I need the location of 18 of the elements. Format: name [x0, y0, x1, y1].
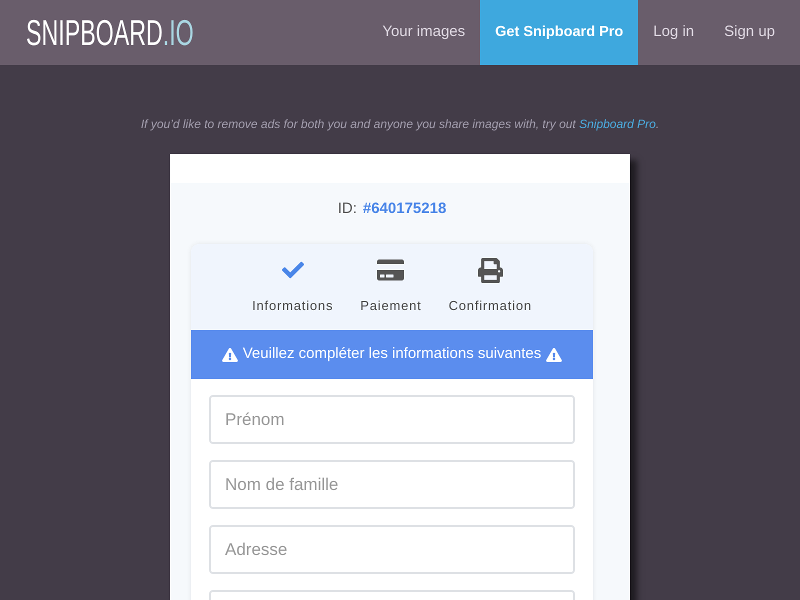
nav-link[interactable]: Your images	[367, 0, 480, 65]
text-input-field[interactable]: Nom de famille	[209, 460, 575, 509]
banner-text: Veuillez compléter les informations suivantes	[242, 344, 542, 364]
nav-link[interactable]: Log in	[638, 0, 710, 65]
nav-link[interactable]: Get Snipboard Pro	[480, 0, 638, 65]
text-input-field[interactable]: Adresse	[209, 525, 575, 574]
step-label: Paiement	[360, 297, 422, 315]
id-label: ID:	[338, 198, 357, 219]
ad-notice: If you’d like to remove ads for both you and anyone you share images with, try out Snipboard Pro.	[140, 116, 660, 133]
step-label: Informations	[252, 297, 334, 315]
nav-link[interactable]: Sign up	[709, 0, 790, 65]
text-input-field[interactable]: Prénom	[209, 395, 575, 444]
logo[interactable]: SNIPBOARD.IO	[26, 14, 194, 50]
warning-icon	[546, 348, 562, 362]
warning-icon	[222, 348, 238, 362]
order-id: #640175218	[362, 198, 446, 219]
step-label: Confirmation	[448, 297, 532, 315]
snipboard-pro-link[interactable]: Snipboard Pro	[579, 117, 656, 131]
